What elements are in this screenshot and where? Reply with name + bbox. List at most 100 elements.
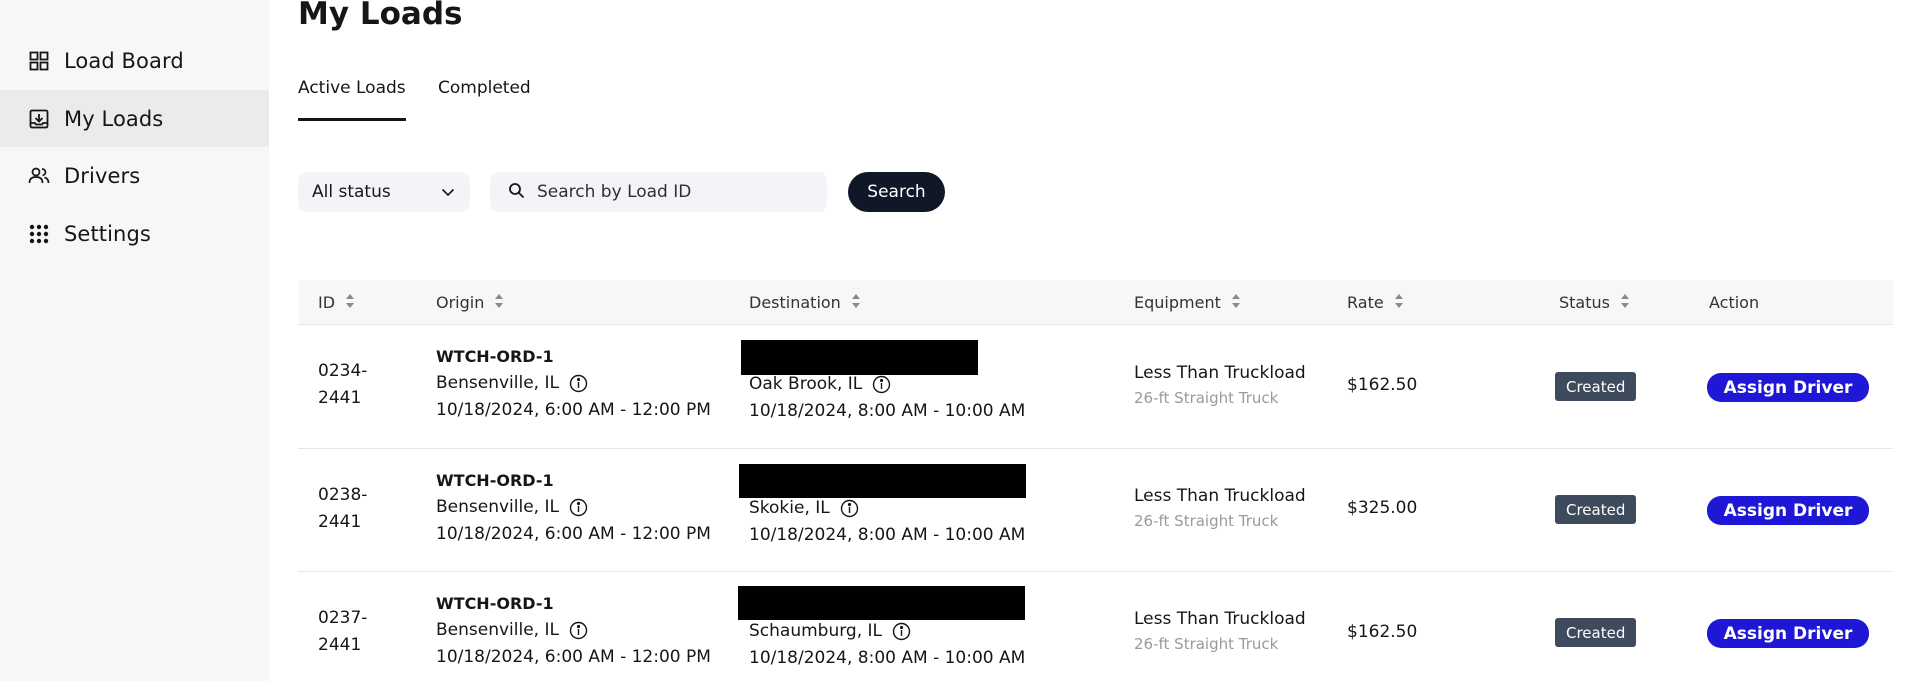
page-title: My Loads — [298, 0, 463, 32]
origin-cell: WTCH-ORD-1 Bensenville, IL 10/18/2024, 6… — [436, 343, 711, 424]
sort-icon[interactable] — [1620, 293, 1630, 313]
sidebar-item-label: Settings — [64, 221, 151, 246]
origin-window: 10/18/2024, 6:00 AM - 12:00 PM — [436, 524, 711, 544]
info-icon[interactable] — [840, 499, 859, 518]
destination-window: 10/18/2024, 8:00 AM - 10:00 AM — [749, 401, 1026, 421]
sidebar-item-label: My Loads — [64, 106, 164, 131]
table-row: 0237- 2441 WTCH-ORD-1 Bensenville, IL 10… — [298, 572, 1893, 681]
load-id: 0237- 2441 — [318, 605, 367, 659]
sort-icon[interactable] — [494, 293, 504, 313]
origin-code: WTCH-ORD-1 — [436, 471, 554, 490]
redacted-block — [738, 586, 1025, 620]
chevron-down-icon — [440, 184, 456, 205]
origin-window: 10/18/2024, 6:00 AM - 12:00 PM — [436, 647, 711, 667]
origin-code: WTCH-ORD-1 — [436, 347, 554, 366]
sidebar-item-my-loads[interactable]: My Loads — [0, 90, 269, 147]
status-filter-select[interactable]: All status — [298, 172, 470, 212]
sort-icon[interactable] — [1394, 293, 1404, 313]
destination-cell: Skokie, IL 10/18/2024, 8:00 AM - 10:00 A… — [749, 495, 1025, 549]
equipment-type: Less Than Truckload — [1134, 609, 1306, 629]
destination-city: Oak Brook, IL — [749, 374, 863, 394]
column-header-origin[interactable]: Origin — [436, 280, 504, 325]
destination-city: Skokie, IL — [749, 498, 830, 518]
origin-city: Bensenville, IL — [436, 497, 559, 517]
origin-code: WTCH-ORD-1 — [436, 594, 554, 613]
equipment-subtype: 26-ft Straight Truck — [1134, 512, 1279, 530]
sidebar: Load Board My Loads Drivers Settings — [0, 0, 269, 681]
column-label: Destination — [749, 293, 841, 312]
origin-cell: WTCH-ORD-1 Bensenville, IL 10/18/2024, 6… — [436, 467, 711, 548]
equipment-subtype: 26-ft Straight Truck — [1134, 635, 1279, 653]
tab-active-loads[interactable]: Active Loads — [298, 78, 406, 122]
rate-value: $162.50 — [1347, 622, 1418, 642]
equipment-subtype: 26-ft Straight Truck — [1134, 389, 1279, 407]
column-label: Equipment — [1134, 293, 1221, 312]
inbox-download-icon — [28, 108, 50, 130]
table-row: 0234- 2441 WTCH-ORD-1 Bensenville, IL 10… — [298, 326, 1893, 449]
origin-window: 10/18/2024, 6:00 AM - 12:00 PM — [436, 400, 711, 420]
origin-city: Bensenville, IL — [436, 620, 559, 640]
sort-icon[interactable] — [345, 293, 355, 313]
sidebar-item-label: Drivers — [64, 163, 141, 188]
status-badge: Created — [1555, 618, 1637, 647]
sidebar-item-load-board[interactable]: Load Board — [0, 32, 269, 89]
load-id-part: 2441 — [318, 388, 362, 408]
search-button[interactable]: Search — [848, 172, 945, 212]
info-icon[interactable] — [569, 621, 588, 640]
main-content: My Loads Active Loads Completed All stat… — [298, 0, 1898, 681]
destination-window: 10/18/2024, 8:00 AM - 10:00 AM — [749, 648, 1026, 668]
load-id-part: 2441 — [318, 512, 362, 532]
column-header-action: Action — [1709, 280, 1759, 325]
sort-icon[interactable] — [1231, 293, 1241, 313]
load-id-part: 0234- — [318, 361, 368, 381]
assign-driver-button[interactable]: Assign Driver — [1707, 496, 1869, 525]
column-label: Action — [1709, 293, 1760, 312]
equipment-cell: Less Than Truckload 26-ft Straight Truck — [1134, 484, 1306, 534]
equipment-type: Less Than Truckload — [1134, 363, 1306, 383]
assign-driver-button[interactable]: Assign Driver — [1707, 373, 1869, 402]
search-field[interactable] — [490, 172, 827, 212]
column-header-id[interactable]: ID — [318, 280, 355, 325]
info-icon[interactable] — [569, 498, 588, 517]
info-icon[interactable] — [872, 375, 891, 394]
load-id-part: 0238- — [318, 485, 368, 505]
origin-city: Bensenville, IL — [436, 373, 559, 393]
destination-window: 10/18/2024, 8:00 AM - 10:00 AM — [749, 525, 1026, 545]
column-label: Origin — [436, 293, 485, 312]
status-filter-value: All status — [312, 182, 391, 202]
redacted-block — [739, 464, 1026, 498]
sort-icon[interactable] — [851, 293, 861, 313]
search-icon — [508, 182, 525, 203]
equipment-cell: Less Than Truckload 26-ft Straight Truck — [1134, 607, 1306, 657]
table-header: ID Origin Destination Equipment Rate Sta… — [298, 280, 1893, 325]
rate-value: $325.00 — [1347, 498, 1418, 518]
destination-cell: Oak Brook, IL 10/18/2024, 8:00 AM - 10:0… — [749, 371, 1025, 425]
destination-cell: Schaumburg, IL 10/18/2024, 8:00 AM - 10:… — [749, 618, 1025, 672]
column-header-destination[interactable]: Destination — [749, 280, 861, 325]
status-badge: Created — [1555, 372, 1637, 401]
info-icon[interactable] — [569, 374, 588, 393]
status-badge: Created — [1555, 495, 1637, 524]
destination-city: Schaumburg, IL — [749, 621, 883, 641]
column-header-rate[interactable]: Rate — [1347, 280, 1404, 325]
info-icon[interactable] — [892, 622, 911, 641]
load-id: 0234- 2441 — [318, 358, 367, 412]
column-header-equipment[interactable]: Equipment — [1134, 280, 1241, 325]
column-header-status[interactable]: Status — [1559, 280, 1630, 325]
load-id-part: 0237- — [318, 608, 368, 628]
redacted-block — [741, 340, 978, 375]
grid-icon — [28, 50, 50, 72]
tab-completed[interactable]: Completed — [438, 78, 531, 122]
column-label: Status — [1559, 293, 1610, 312]
sidebar-item-settings[interactable]: Settings — [0, 205, 269, 262]
rate-value: $162.50 — [1347, 375, 1418, 395]
equipment-type: Less Than Truckload — [1134, 486, 1306, 506]
search-input[interactable] — [537, 182, 807, 202]
origin-cell: WTCH-ORD-1 Bensenville, IL 10/18/2024, 6… — [436, 590, 711, 671]
users-icon — [28, 165, 50, 187]
assign-driver-button[interactable]: Assign Driver — [1707, 619, 1869, 648]
column-label: ID — [318, 293, 336, 312]
table-row: 0238- 2441 WTCH-ORD-1 Bensenville, IL 10… — [298, 449, 1893, 572]
equipment-cell: Less Than Truckload 26-ft Straight Truck — [1134, 361, 1306, 411]
sidebar-item-drivers[interactable]: Drivers — [0, 147, 269, 204]
